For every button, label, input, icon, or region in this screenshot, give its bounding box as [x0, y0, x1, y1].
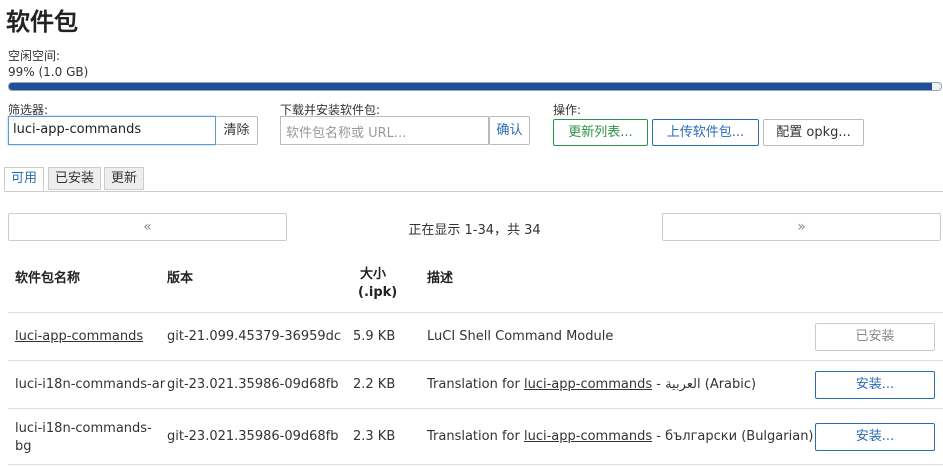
- free-space-bar-fill: [9, 83, 932, 90]
- pager-status: 正在显示 1-34，共 34: [408, 223, 541, 238]
- header-description: 描述: [427, 271, 454, 286]
- free-space-value: 99% (1.0 GB): [8, 65, 89, 79]
- actions-label: 操作:: [553, 103, 582, 117]
- upload-package-button[interactable]: 上传软件包...: [652, 119, 759, 146]
- table-row-version: git-23.021.35986-09d68fb: [167, 429, 339, 444]
- free-space-label: 空闲空间:: [8, 49, 61, 63]
- free-space-bar: [8, 82, 942, 91]
- next-page-button[interactable]: »: [662, 213, 941, 241]
- table-row-version: git-23.021.35986-09d68fb: [167, 377, 339, 392]
- header-size-line1: 大小: [359, 267, 386, 282]
- table-row-version: git-21.099.45379-36959dc: [167, 329, 342, 344]
- row-divider: [8, 464, 943, 465]
- table-row-name[interactable]: luci-app-commands: [15, 329, 143, 344]
- tab-bar: 可用 已安装 更新: [4, 167, 943, 192]
- table-row-size: 5.9 KB: [353, 329, 396, 344]
- update-lists-button[interactable]: 更新列表...: [553, 119, 648, 146]
- description-suffix: - български (Bulgarian): [652, 429, 814, 444]
- description-prefix: Translation for: [427, 377, 524, 392]
- package-name-line1: luci-i18n-commands-: [15, 421, 152, 436]
- configure-opkg-button[interactable]: 配置 opkg...: [763, 119, 864, 146]
- header-size-line2: (.ipk): [358, 285, 398, 300]
- header-version: 版本: [167, 271, 194, 286]
- package-url-input[interactable]: 软件包名称或 URL...: [280, 116, 489, 145]
- tab-updates[interactable]: 更新: [104, 167, 145, 190]
- table-row-name: luci-i18n-commands-ar: [15, 377, 166, 392]
- prev-page-button[interactable]: «: [8, 213, 287, 241]
- package-name-line2: bg: [15, 439, 32, 454]
- tab-available[interactable]: 可用: [4, 167, 45, 191]
- filter-input[interactable]: luci-app-commands: [8, 116, 216, 145]
- header-name: 软件包名称: [15, 271, 81, 286]
- description-prefix: Translation for: [427, 429, 524, 444]
- table-row-description: Translation for luci-app-commands - العر…: [427, 377, 756, 392]
- package-name-link[interactable]: luci-app-commands: [15, 329, 143, 344]
- install-button[interactable]: 安装...: [815, 423, 935, 451]
- table-row-name: luci-i18n-commands- bg: [15, 420, 152, 456]
- table-row-size: 2.3 KB: [353, 429, 396, 444]
- row-divider: [8, 360, 943, 361]
- table-row-description: LuCI Shell Command Module: [427, 329, 614, 344]
- table-row-description: Translation for luci-app-commands - бълг…: [427, 429, 814, 444]
- install-button[interactable]: 安装...: [815, 371, 935, 399]
- description-suffix: - العربية (Arabic): [652, 377, 757, 392]
- row-divider: [8, 312, 943, 313]
- row-divider: [8, 408, 943, 409]
- description-package-link[interactable]: luci-app-commands: [524, 377, 652, 392]
- header-size: 大小 (.ipk): [358, 266, 398, 302]
- clear-button[interactable]: 清除: [216, 116, 258, 145]
- installed-button: 已安装: [815, 323, 935, 351]
- tab-installed[interactable]: 已安装: [48, 167, 102, 190]
- table-row-size: 2.2 KB: [353, 377, 396, 392]
- description-package-link[interactable]: luci-app-commands: [524, 429, 652, 444]
- page-title: 软件包: [6, 8, 78, 36]
- confirm-button[interactable]: 确认: [489, 116, 530, 145]
